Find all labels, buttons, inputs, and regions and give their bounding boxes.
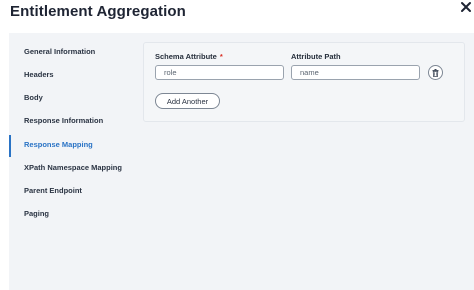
nav-item-headers[interactable]: Headers <box>9 65 143 87</box>
nav-item-label: Body <box>24 93 43 102</box>
add-another-button[interactable]: Add Another <box>155 93 220 109</box>
schema-attribute-label: Schema Attribute * <box>155 52 223 61</box>
attribute-path-label: Attribute Path <box>291 52 341 61</box>
attribute-path-input[interactable]: name <box>291 65 420 80</box>
trash-icon <box>432 68 439 77</box>
nav-item-xpath-namespace-mapping[interactable]: XPath Namespace Mapping <box>9 158 143 180</box>
nav-item-label: General Information <box>24 47 96 56</box>
mapping-card: Schema Attribute * Attribute Path role na… <box>143 42 465 122</box>
nav-item-response-mapping[interactable]: Response Mapping <box>9 135 143 157</box>
attribute-path-value: name <box>300 68 319 77</box>
schema-attribute-value: role <box>164 68 177 77</box>
dialog-body: General Information Headers Body Respons… <box>9 33 474 290</box>
nav-item-parent-endpoint[interactable]: Parent Endpoint <box>9 181 143 203</box>
nav-item-general-information[interactable]: General Information <box>9 42 143 64</box>
required-marker: * <box>219 52 223 61</box>
add-another-label: Add Another <box>166 97 209 106</box>
nav-item-label: Headers <box>24 70 54 79</box>
nav-item-label: Paging <box>24 209 50 218</box>
nav-item-response-information[interactable]: Response Information <box>9 111 143 133</box>
nav-item-label: XPath Namespace Mapping <box>24 163 122 172</box>
nav-item-label: Response Information <box>24 116 104 125</box>
nav-item-label: Parent Endpoint <box>24 186 82 195</box>
nav-item-paging[interactable]: Paging <box>9 204 143 226</box>
schema-attribute-input[interactable]: role <box>155 65 284 80</box>
nav-item-body[interactable]: Body <box>9 88 143 110</box>
side-nav: General Information Headers Body Respons… <box>9 33 143 290</box>
nav-item-label: Response Mapping <box>24 140 93 149</box>
delete-row-button[interactable] <box>428 65 443 80</box>
close-icon[interactable] <box>459 0 473 14</box>
dialog-title: Entitlement Aggregation <box>10 3 186 20</box>
